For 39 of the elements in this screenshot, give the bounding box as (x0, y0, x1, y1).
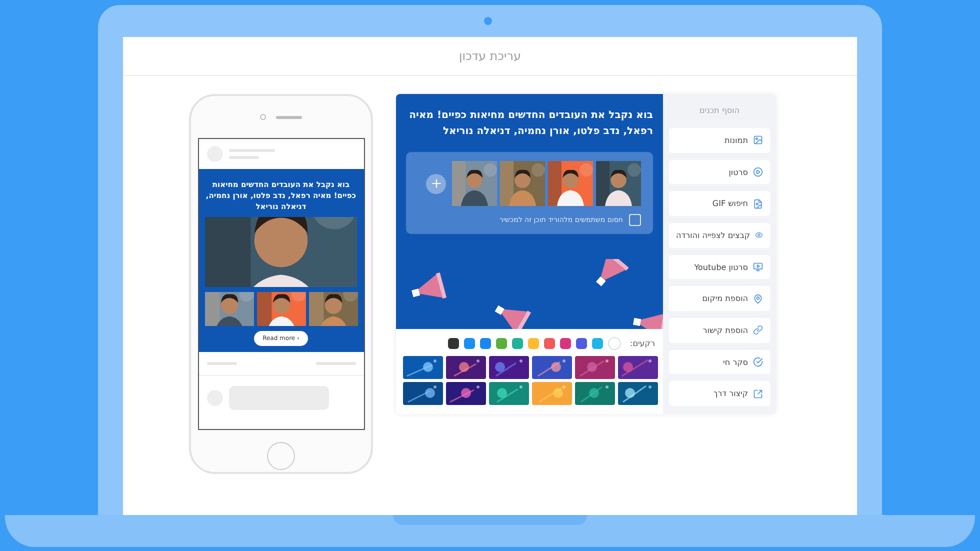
sidebar-item[interactable]: חיפוש GIF (669, 191, 770, 216)
sidebar-title: הוסף תכנים (699, 106, 740, 115)
color-swatch[interactable] (608, 337, 621, 350)
color-swatch[interactable] (496, 338, 507, 349)
backgrounds-label: רקעים: (630, 339, 655, 348)
external-link-icon (753, 388, 763, 399)
sidebar-item[interactable]: סרטון Youtube (669, 254, 770, 280)
link-icon (753, 325, 763, 336)
play-icon (753, 167, 763, 177)
sidebar-item[interactable]: הוספת מיקום (669, 286, 770, 312)
color-swatch[interactable] (560, 338, 571, 349)
color-swatch[interactable] (592, 338, 603, 349)
sidebar-item[interactable]: תמונות (669, 128, 770, 153)
video-icon (753, 262, 763, 272)
sidebar-item[interactable]: הוספת קישור (669, 318, 770, 343)
speaker-icon (276, 116, 302, 118)
add-button[interactable] (426, 174, 446, 194)
color-swatch[interactable] (464, 338, 475, 349)
color-swatch[interactable] (576, 338, 587, 349)
check-circle-icon (753, 357, 763, 368)
color-swatch[interactable] (480, 338, 491, 349)
post-title: בוא נקבל את העובדים החדשים מחיאות כפיים! מאיה רפאל, נדב פלטו, אורן נחמיה, דניאלה נוריאל (408, 109, 653, 139)
color-swatch[interactable] (512, 338, 523, 349)
map-pin-icon (753, 294, 763, 304)
sidebar-item[interactable]: קיצור דרך (669, 381, 770, 406)
color-swatch[interactable] (448, 338, 459, 349)
camera-icon (484, 17, 492, 25)
sidebar-item[interactable]: סקר חי (669, 350, 770, 374)
image-icon (753, 135, 763, 146)
checkbox[interactable] (629, 214, 641, 226)
sidebar-item[interactable]: קבצים לצפייה והורדה (669, 223, 770, 248)
color-swatch[interactable] (528, 338, 539, 349)
color-swatch[interactable] (544, 338, 555, 349)
camera-icon (260, 114, 266, 120)
plus-icon (430, 177, 442, 190)
page-title: עריכת עדכון (459, 49, 521, 63)
sidebar-item[interactable]: סרטון (669, 160, 770, 184)
image-file-icon (753, 198, 763, 209)
eye-icon (755, 230, 763, 240)
